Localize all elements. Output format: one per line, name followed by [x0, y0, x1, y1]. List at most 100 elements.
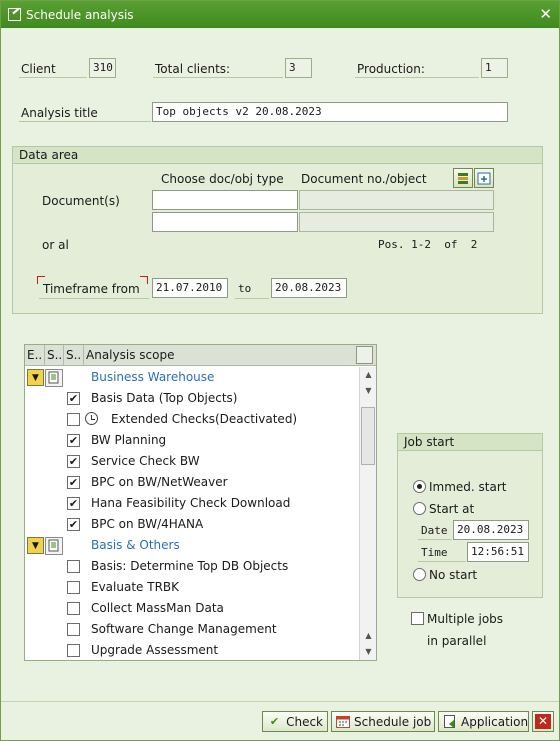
start-at-label: Start at — [429, 502, 475, 516]
scope-item-row[interactable]: ✔ BPC on BW/4HANA — [25, 514, 358, 535]
production-field: 1 — [481, 58, 508, 78]
total-clients-field: 3 — [285, 58, 312, 78]
scope-group-label: Business Warehouse — [91, 370, 215, 384]
insert-row-button[interactable] — [474, 168, 494, 188]
start-at-radio[interactable] — [413, 502, 426, 515]
checkmark-icon: ✔ — [269, 714, 280, 728]
column-settings-button[interactable] — [356, 346, 373, 364]
client-label: Client — [21, 62, 56, 76]
scope-item-label: Software Change Management — [91, 622, 277, 636]
scope-item-row[interactable]: Extended Checks(Deactivated) — [25, 409, 358, 430]
scope-group-label: Basis & Others — [91, 538, 180, 552]
close-icon[interactable]: ✕ — [539, 6, 552, 22]
schedule-job-button[interactable]: Schedule job — [331, 711, 435, 732]
analysis-title-input[interactable]: Top objects v2 20.08.2023 — [152, 102, 508, 122]
window-title: Schedule analysis — [26, 7, 134, 22]
documents-label: Document(s) — [42, 194, 120, 208]
scope-item-checkbox[interactable] — [67, 623, 80, 636]
scope-item-label: BPC on BW/4HANA — [91, 517, 204, 531]
scope-item-checkbox[interactable]: ✔ — [67, 476, 80, 489]
scope-item-checkbox[interactable] — [67, 602, 80, 615]
scope-item-checkbox[interactable] — [67, 413, 80, 426]
multiple-jobs-checkbox[interactable] — [411, 612, 424, 625]
immed-start-label: Immed. start — [429, 480, 507, 494]
expand-collapse-icon[interactable]: ▼ — [27, 537, 44, 554]
application-label: Application — [461, 714, 529, 729]
edit-window-icon — [8, 8, 21, 21]
scope-item-row[interactable]: ✔ Service Check BW — [25, 451, 358, 472]
expand-collapse-icon[interactable]: ▼ — [27, 369, 44, 386]
or-all-label: or al — [42, 238, 69, 252]
cancel-icon: ✕ — [535, 714, 551, 729]
scope-scrollbar[interactable]: ▲ ▼ ▲ ▼ — [359, 367, 376, 660]
scope-item-checkbox[interactable]: ✔ — [67, 434, 80, 447]
timeframe-to-input[interactable]: 20.08.2023 — [271, 278, 347, 298]
check-button[interactable]: ✔ Check — [262, 711, 328, 732]
scope-item-row[interactable]: Software Change Management — [25, 619, 358, 640]
document-no-header: Document no./object — [301, 172, 427, 186]
scope-item-label: Evaluate TRBK — [91, 580, 180, 594]
select-group-icon[interactable] — [45, 369, 63, 387]
scope-item-row[interactable]: ✔ Hana Feasibility Check Download — [25, 493, 358, 514]
scope-item-label: Basis Data (Top Objects) — [91, 391, 238, 405]
scope-item-row[interactable]: Collect MassMan Data — [25, 598, 358, 619]
application-button[interactable]: Application — [438, 711, 529, 732]
doc-type-input-1[interactable] — [152, 190, 298, 210]
scope-item-row[interactable]: Upgrade Assessment — [25, 640, 358, 661]
title-bar[interactable]: Schedule analysis ✕ — [1, 1, 559, 28]
footer-divider — [1, 701, 559, 702]
scope-item-row[interactable]: ✔ BW Planning — [25, 430, 358, 451]
scope-item-label: Hana Feasibility Check Download — [91, 496, 291, 510]
in-parallel-label: in parallel — [427, 634, 487, 648]
scope-item-checkbox[interactable] — [67, 560, 80, 573]
scroll-thumb[interactable] — [361, 407, 375, 465]
scope-item-label: Extended Checks(Deactivated) — [111, 412, 298, 426]
scope-item-checkbox[interactable]: ✔ — [67, 497, 80, 510]
scope-item-checkbox[interactable]: ✔ — [67, 455, 80, 468]
cancel-button[interactable]: ✕ — [532, 711, 554, 732]
scroll-page-up-icon[interactable]: ▲ — [362, 630, 375, 641]
start-time-input[interactable]: 12:56:51 — [467, 542, 529, 562]
doc-type-input-2[interactable] — [152, 212, 298, 232]
scroll-down-icon[interactable]: ▼ — [362, 385, 375, 396]
layout-button[interactable] — [453, 168, 473, 188]
scope-item-row[interactable]: Evaluate TRBK — [25, 577, 358, 598]
no-start-label: No start — [429, 568, 478, 582]
scroll-page-down-icon[interactable]: ▼ — [362, 646, 375, 657]
col-header-scope[interactable]: Analysis scope — [84, 345, 356, 365]
no-start-radio[interactable] — [413, 568, 426, 581]
date-label: Date — [421, 524, 448, 537]
scope-item-row[interactable]: ✔ BPC on BW/NetWeaver — [25, 472, 358, 493]
application-icon — [443, 714, 457, 729]
scope-item-checkbox[interactable]: ✔ — [67, 392, 80, 405]
col-header-s1[interactable]: S.. — [45, 345, 64, 365]
scope-item-row[interactable]: Basis: Determine Top DB Objects — [25, 556, 358, 577]
col-header-e[interactable]: E.. — [25, 345, 45, 365]
timeframe-from-input[interactable]: 21.07.2010 — [152, 278, 228, 298]
job-start-title: Job start — [398, 434, 542, 451]
data-area-title: Data area — [13, 147, 542, 164]
scope-item-label: Collect MassMan Data — [91, 601, 224, 615]
scroll-up-icon[interactable]: ▲ — [362, 369, 375, 380]
stack-icon — [458, 173, 468, 184]
schedule-analysis-dialog: Schedule analysis ✕ Client 310 Total cli… — [0, 0, 560, 741]
scope-item-checkbox[interactable] — [67, 581, 80, 594]
scope-item-checkbox[interactable] — [67, 644, 80, 657]
scope-item-label: BW Planning — [91, 433, 167, 447]
select-group-icon[interactable] — [45, 537, 63, 555]
col-header-s2[interactable]: S.. — [64, 345, 84, 365]
scope-group-row[interactable]: ▼ Basis & Others — [25, 535, 358, 556]
multiple-jobs-label: Multiple jobs — [427, 612, 504, 626]
scope-item-row[interactable]: ✔ Basis Data (Top Objects) — [25, 388, 358, 409]
calendar-icon — [336, 715, 350, 729]
scope-group-row[interactable]: ▼ Business Warehouse — [25, 367, 358, 388]
timeframe-label: Timeframe from — [43, 282, 140, 296]
add-row-icon — [477, 172, 491, 185]
scope-item-checkbox[interactable]: ✔ — [67, 518, 80, 531]
choose-doc-type-header: Choose doc/obj type — [161, 172, 284, 186]
immed-start-radio[interactable] — [413, 480, 426, 493]
doc-no-field-1 — [299, 190, 494, 210]
time-label: Time — [421, 546, 448, 559]
scope-item-label: Upgrade Assessment — [91, 643, 219, 657]
start-date-input[interactable]: 20.08.2023 — [453, 520, 529, 540]
